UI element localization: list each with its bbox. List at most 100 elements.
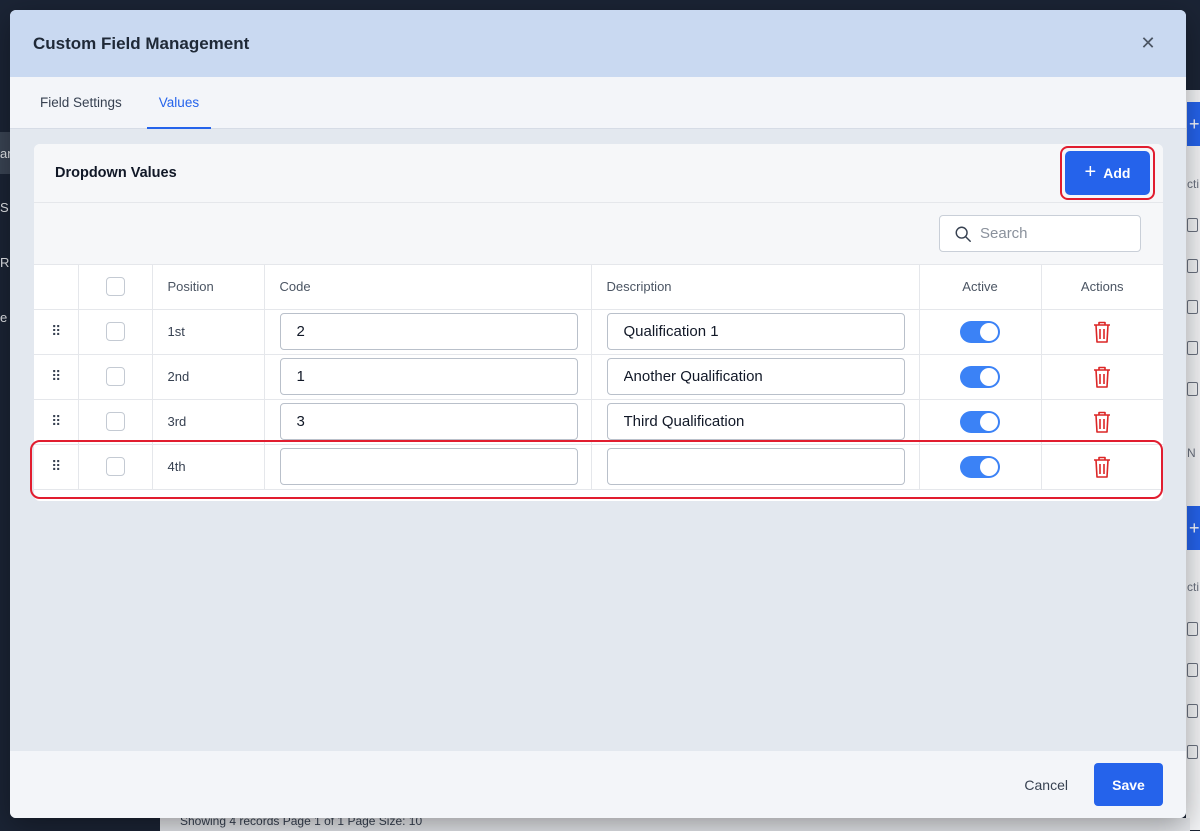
active-cell <box>919 444 1042 490</box>
description-cell <box>591 309 920 355</box>
modal-header: Custom Field Management ✕ <box>10 10 1186 77</box>
code-cell <box>264 444 592 490</box>
position-cell: 4th <box>152 444 265 490</box>
row-checkbox[interactable] <box>105 322 125 341</box>
card-header: Dropdown Values + Add <box>34 144 1163 203</box>
bg-edit-icon <box>1187 663 1198 677</box>
trash-icon[interactable] <box>1092 455 1112 479</box>
drag-cell: ⠿ <box>34 354 79 400</box>
drag-handle-icon[interactable]: ⠿ <box>51 459 61 473</box>
bg-edit-icon <box>1187 745 1198 759</box>
search-row <box>34 203 1163 265</box>
code-input[interactable] <box>279 358 578 395</box>
modal-footer: Cancel Save <box>10 751 1186 818</box>
row-checkbox[interactable] <box>105 367 125 386</box>
cancel-button[interactable]: Cancel <box>1024 777 1068 793</box>
description-cell <box>591 444 920 490</box>
checkbox-cell <box>78 309 153 355</box>
bg-add-button: + <box>1187 506 1200 550</box>
description-cell <box>591 399 920 445</box>
bg-right-panel <box>1186 90 1200 830</box>
active-cell <box>919 309 1042 355</box>
table-row: ⠿ 1st <box>34 309 1163 355</box>
plus-icon: + <box>1084 161 1097 183</box>
bg-column-text: cti <box>1187 177 1199 191</box>
search-icon <box>955 226 971 242</box>
row-checkbox[interactable] <box>105 457 125 476</box>
code-cell <box>264 399 592 445</box>
checkbox-cell <box>78 444 153 490</box>
drag-cell: ⠿ <box>34 399 79 445</box>
checkbox-cell <box>78 354 153 400</box>
drag-handle-icon[interactable]: ⠿ <box>51 414 61 428</box>
description-input[interactable] <box>606 313 905 350</box>
column-header-position: Position <box>152 265 265 310</box>
code-cell <box>264 309 592 355</box>
bg-column-text: cti <box>1187 580 1199 594</box>
trash-icon[interactable] <box>1092 365 1112 389</box>
search-input[interactable] <box>980 225 1130 242</box>
tab-values[interactable]: Values <box>146 77 212 129</box>
table-row: ⠿ 4th <box>34 444 1163 490</box>
bg-add-button: + <box>1187 102 1200 146</box>
card-title: Dropdown Values <box>55 165 177 181</box>
active-toggle[interactable] <box>960 455 1000 478</box>
custom-field-modal: Custom Field Management ✕ Field Settings… <box>10 10 1186 818</box>
checkbox-cell <box>78 399 153 445</box>
close-icon[interactable]: ✕ <box>1138 33 1158 54</box>
description-input[interactable] <box>606 448 905 485</box>
actions-cell <box>1041 309 1163 355</box>
values-table: Position Code Description Active Actions… <box>34 265 1163 490</box>
bg-edit-icon <box>1187 259 1198 273</box>
modal-title: Custom Field Management <box>33 33 250 53</box>
table-row: ⠿ 3rd <box>34 399 1163 445</box>
active-toggle[interactable] <box>960 320 1000 343</box>
add-button[interactable]: + Add <box>1065 151 1150 195</box>
column-header-description: Description <box>591 265 920 310</box>
code-input[interactable] <box>279 313 578 350</box>
table-header-row: Position Code Description Active Actions <box>34 265 1163 310</box>
add-button-label: Add <box>1103 165 1131 181</box>
tab-field-settings[interactable]: Field Settings <box>28 77 134 128</box>
row-checkbox[interactable] <box>105 412 125 431</box>
drag-cell: ⠿ <box>34 444 79 490</box>
column-header-actions: Actions <box>1041 265 1163 310</box>
drag-handle-icon[interactable]: ⠿ <box>51 324 61 338</box>
save-button[interactable]: Save <box>1094 763 1163 806</box>
drag-handle-icon[interactable]: ⠿ <box>51 369 61 383</box>
bg-edit-icon <box>1187 218 1198 232</box>
bg-sidebar-text: e <box>0 310 8 325</box>
bg-sidebar-text: R <box>0 255 10 270</box>
actions-cell <box>1041 354 1163 400</box>
position-cell: 2nd <box>152 354 265 400</box>
code-cell <box>264 354 592 400</box>
bg-edit-icon <box>1187 341 1198 355</box>
description-cell <box>591 354 920 400</box>
active-toggle[interactable] <box>960 365 1000 388</box>
actions-cell <box>1041 444 1163 490</box>
code-input[interactable] <box>279 403 578 440</box>
drag-column-header <box>34 265 79 310</box>
column-header-active: Active <box>919 265 1042 310</box>
table-row: ⠿ 2nd <box>34 354 1163 400</box>
description-input[interactable] <box>606 403 905 440</box>
active-toggle[interactable] <box>960 410 1000 433</box>
bg-edit-icon <box>1187 622 1198 636</box>
actions-cell <box>1041 399 1163 445</box>
dropdown-values-card: Dropdown Values + Add Search Position Co… <box>34 144 1163 501</box>
bg-footer: Showing 4 records Page 1 of 1 Page Size:… <box>160 814 1190 831</box>
search-box[interactable] <box>939 215 1141 252</box>
trash-icon[interactable] <box>1092 410 1112 434</box>
active-cell <box>919 354 1042 400</box>
column-header-code: Code <box>264 265 592 310</box>
trash-icon[interactable] <box>1092 320 1112 344</box>
position-cell: 1st <box>152 309 265 355</box>
bg-pager-text: N <box>1187 446 1196 460</box>
code-input[interactable] <box>279 448 578 485</box>
bg-sidebar-text: S <box>0 200 9 215</box>
modal-tabs: Field Settings Values <box>10 77 1186 129</box>
description-input[interactable] <box>606 358 905 395</box>
position-cell: 3rd <box>152 399 265 445</box>
select-all-checkbox[interactable] <box>105 277 125 297</box>
active-cell <box>919 399 1042 445</box>
